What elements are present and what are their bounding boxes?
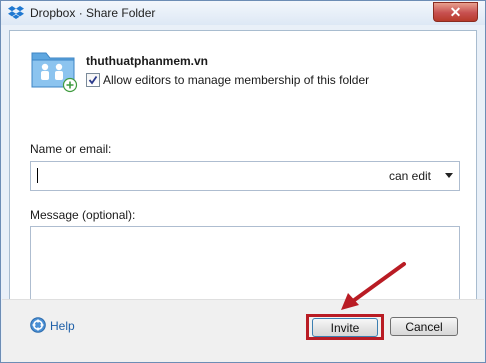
name-or-email-label: Name or email: xyxy=(30,142,112,156)
title-bar[interactable]: Dropbox · Share Folder ✕ xyxy=(1,1,485,25)
invite-button[interactable]: Invite xyxy=(312,318,378,337)
allow-editors-label[interactable]: Allow editors to manage membership of th… xyxy=(103,73,369,87)
dropbox-icon xyxy=(8,6,24,19)
name-or-email-input[interactable] xyxy=(35,165,339,187)
help-label[interactable]: Help xyxy=(50,319,75,333)
name-or-email-field[interactable]: can edit xyxy=(30,161,460,191)
permission-value: can edit xyxy=(388,169,431,183)
invite-highlight-box: Invite xyxy=(306,314,384,340)
checkmark-icon xyxy=(88,75,98,85)
cancel-button[interactable]: Cancel xyxy=(390,317,458,336)
message-label: Message (optional): xyxy=(30,208,136,222)
window-title: Dropbox · Share Folder xyxy=(30,6,156,20)
message-textarea[interactable] xyxy=(30,226,460,302)
allow-editors-checkbox[interactable] xyxy=(86,73,100,87)
close-button[interactable]: ✕ xyxy=(433,2,478,22)
chevron-down-icon xyxy=(445,173,453,178)
share-content-panel: thuthuatphanmem.vn Allow editors to mana… xyxy=(9,30,477,302)
shared-folder-icon xyxy=(31,52,78,93)
help-icon xyxy=(30,317,46,333)
close-icon: ✕ xyxy=(449,4,462,20)
text-caret xyxy=(37,168,38,183)
share-folder-window: Dropbox · Share Folder ✕ thuthuatphanmem… xyxy=(0,0,486,363)
dialog-footer: Help Invite Cancel xyxy=(2,299,484,362)
folder-name: thuthuatphanmem.vn xyxy=(86,54,208,68)
